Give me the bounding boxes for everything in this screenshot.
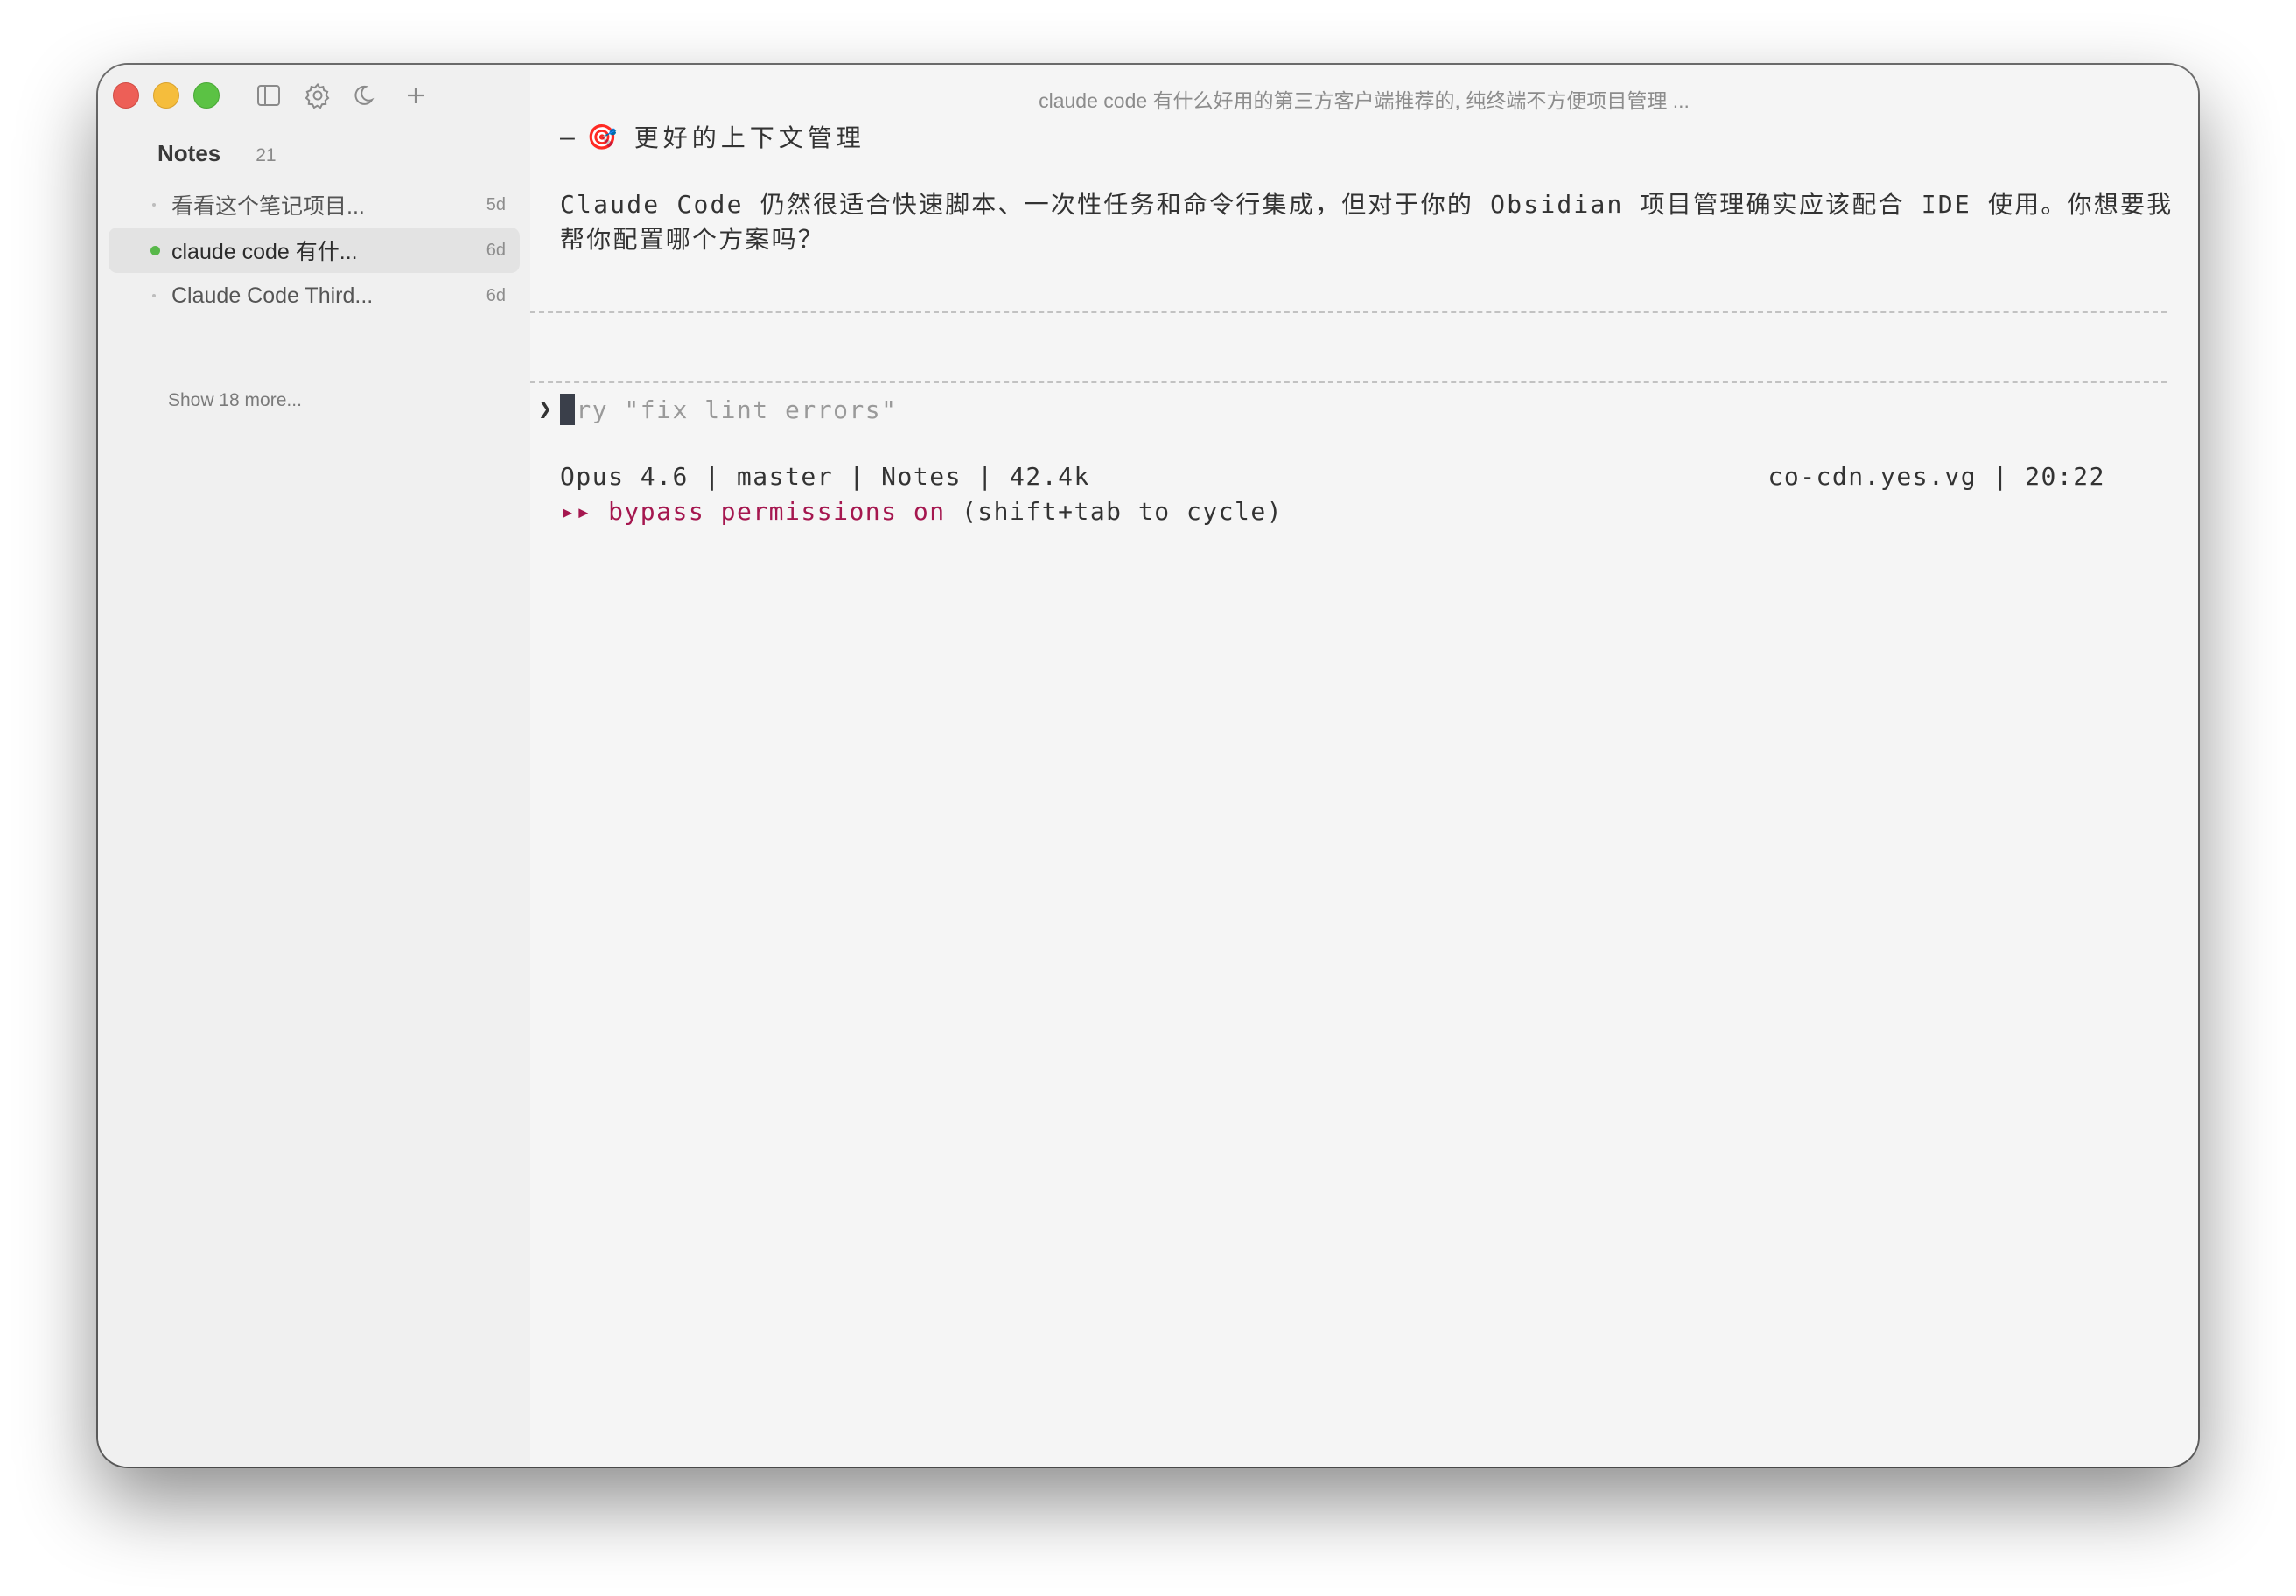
status-line: Opus 4.6 | master | Notes | 42.4k co-cdn… xyxy=(560,462,2105,491)
mode-label: bypass permissions on xyxy=(608,497,946,526)
prompt-input[interactable] xyxy=(560,392,1960,427)
note-title: claude code 有什... xyxy=(172,240,358,264)
show-more-link[interactable]: Show 18 more... xyxy=(168,390,302,411)
text-cursor xyxy=(560,394,575,425)
section-heading: – 🎯 更好的上下文管理 xyxy=(560,119,865,154)
sidebar: Notes 21 看看这个笔记项目... 5d claude code 有什..… xyxy=(98,65,530,1466)
divider-bottom xyxy=(530,382,2166,383)
notes-header: Notes 21 xyxy=(158,140,276,167)
response-paragraph: Claude Code 仍然很适合快速脚本、一次性任务和命令行集成，但对于你的 … xyxy=(560,190,2174,254)
plus-icon[interactable] xyxy=(402,82,429,108)
target-icon: 🎯 xyxy=(586,122,622,151)
app-window: Notes 21 看看这个笔记项目... 5d claude code 有什..… xyxy=(98,65,2198,1466)
close-window-button[interactable] xyxy=(113,82,139,108)
heading-text: 更好的上下文管理 xyxy=(634,123,865,152)
permissions-mode: ▸▸ bypass permissions on (shift+tab to c… xyxy=(560,497,1283,526)
prompt-row: ❯ xyxy=(530,390,1960,429)
note-title: Claude Code Third... xyxy=(172,283,374,308)
divider-top xyxy=(530,312,2166,313)
bullet-icon xyxy=(152,203,156,206)
note-list-item[interactable]: Claude Code Third... 6d xyxy=(108,273,520,318)
mode-hint: (shift+tab to cycle) xyxy=(961,497,1284,526)
note-age: 5d xyxy=(486,194,506,214)
window-controls xyxy=(113,82,220,108)
note-age: 6d xyxy=(486,240,506,260)
bullet-icon xyxy=(152,294,156,298)
sidebar-toggle-icon[interactable] xyxy=(256,82,282,108)
window-title: claude code 有什么好用的第三方客户端推荐的, 纯终端不方便项目管理 … xyxy=(1039,89,1690,112)
terminal-pane[interactable]: claude code 有什么好用的第三方客户端推荐的, 纯终端不方便项目管理 … xyxy=(530,65,2198,1466)
note-age: 6d xyxy=(486,285,506,305)
note-title: 看看这个笔记项目... xyxy=(172,194,365,219)
status-left: Opus 4.6 | master | Notes | 42.4k xyxy=(560,462,1090,491)
note-list-item-active[interactable]: claude code 有什... 6d xyxy=(108,228,520,273)
sidebar-toolbar xyxy=(256,82,429,108)
list-dash: – xyxy=(560,122,575,151)
notes-title: Notes xyxy=(158,140,221,166)
zoom-window-button[interactable] xyxy=(193,82,220,108)
active-dot-icon xyxy=(150,246,160,256)
note-list-item[interactable]: 看看这个笔记项目... 5d xyxy=(108,182,520,228)
gear-icon[interactable] xyxy=(304,82,331,108)
note-list: 看看这个笔记项目... 5d claude code 有什... 6d Clau… xyxy=(108,182,520,318)
moon-icon[interactable] xyxy=(354,82,380,108)
notes-count: 21 xyxy=(256,145,276,165)
status-right: co-cdn.yes.vg | 20:22 xyxy=(1768,462,2105,491)
fast-forward-icon: ▸▸ xyxy=(560,497,592,526)
minimize-window-button[interactable] xyxy=(153,82,179,108)
prompt-chevron-icon: ❯ xyxy=(538,396,552,423)
